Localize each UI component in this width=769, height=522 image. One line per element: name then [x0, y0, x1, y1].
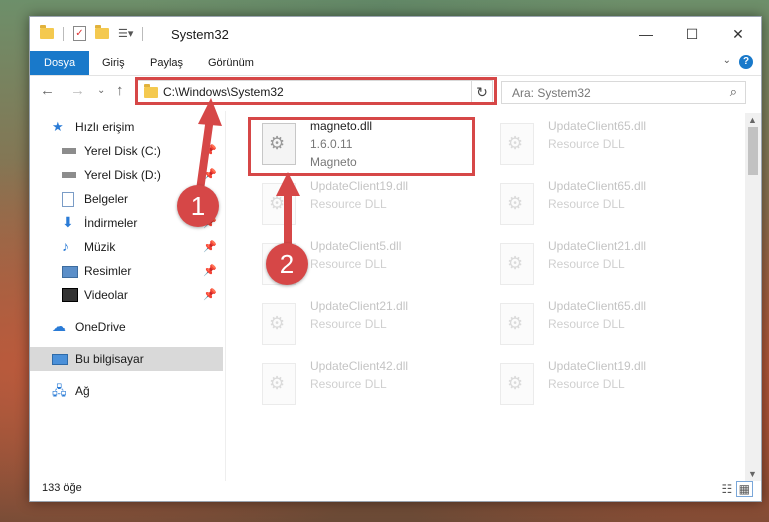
step-1-callout: 1	[177, 185, 219, 227]
arrow-to-address-bar	[196, 98, 300, 254]
step-2-callout: 2	[266, 243, 308, 285]
